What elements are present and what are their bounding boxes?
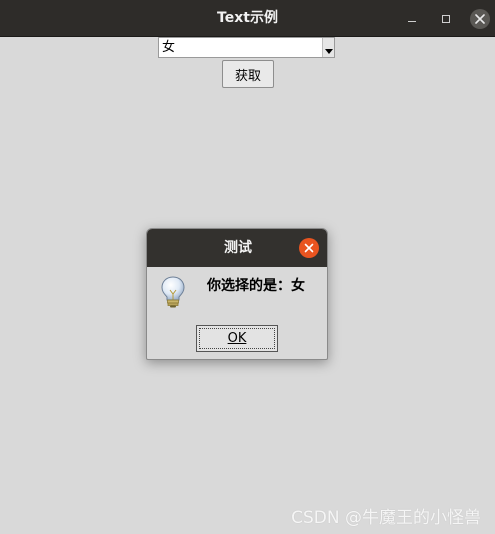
lightbulb-info-icon [161, 276, 185, 308]
gender-combobox[interactable]: 女 [158, 37, 335, 58]
dialog-close-button[interactable] [299, 238, 319, 258]
dialog-message: 你选择的是：女 [207, 278, 305, 294]
combobox-dropdown-button[interactable] [322, 38, 334, 57]
minimize-button[interactable] [398, 0, 426, 37]
chevron-down-icon [324, 49, 333, 54]
ok-button[interactable]: OK [196, 325, 278, 352]
window-titlebar[interactable]: Text示例 [0, 0, 495, 37]
get-button[interactable]: 获取 [222, 60, 274, 88]
close-icon [304, 243, 314, 253]
watermark: CSDN @牛魔王的小怪兽 [291, 508, 481, 528]
window-close-button[interactable] [466, 0, 494, 37]
maximize-icon [442, 14, 450, 23]
focus-ring [199, 328, 275, 349]
dialog-titlebar[interactable]: 测试 [147, 229, 327, 267]
close-icon [470, 8, 490, 29]
message-dialog: 测试 你选择的是：女 OK [146, 228, 328, 360]
minimize-icon [408, 21, 416, 22]
combobox-value: 女 [162, 40, 176, 55]
maximize-button[interactable] [432, 0, 460, 37]
